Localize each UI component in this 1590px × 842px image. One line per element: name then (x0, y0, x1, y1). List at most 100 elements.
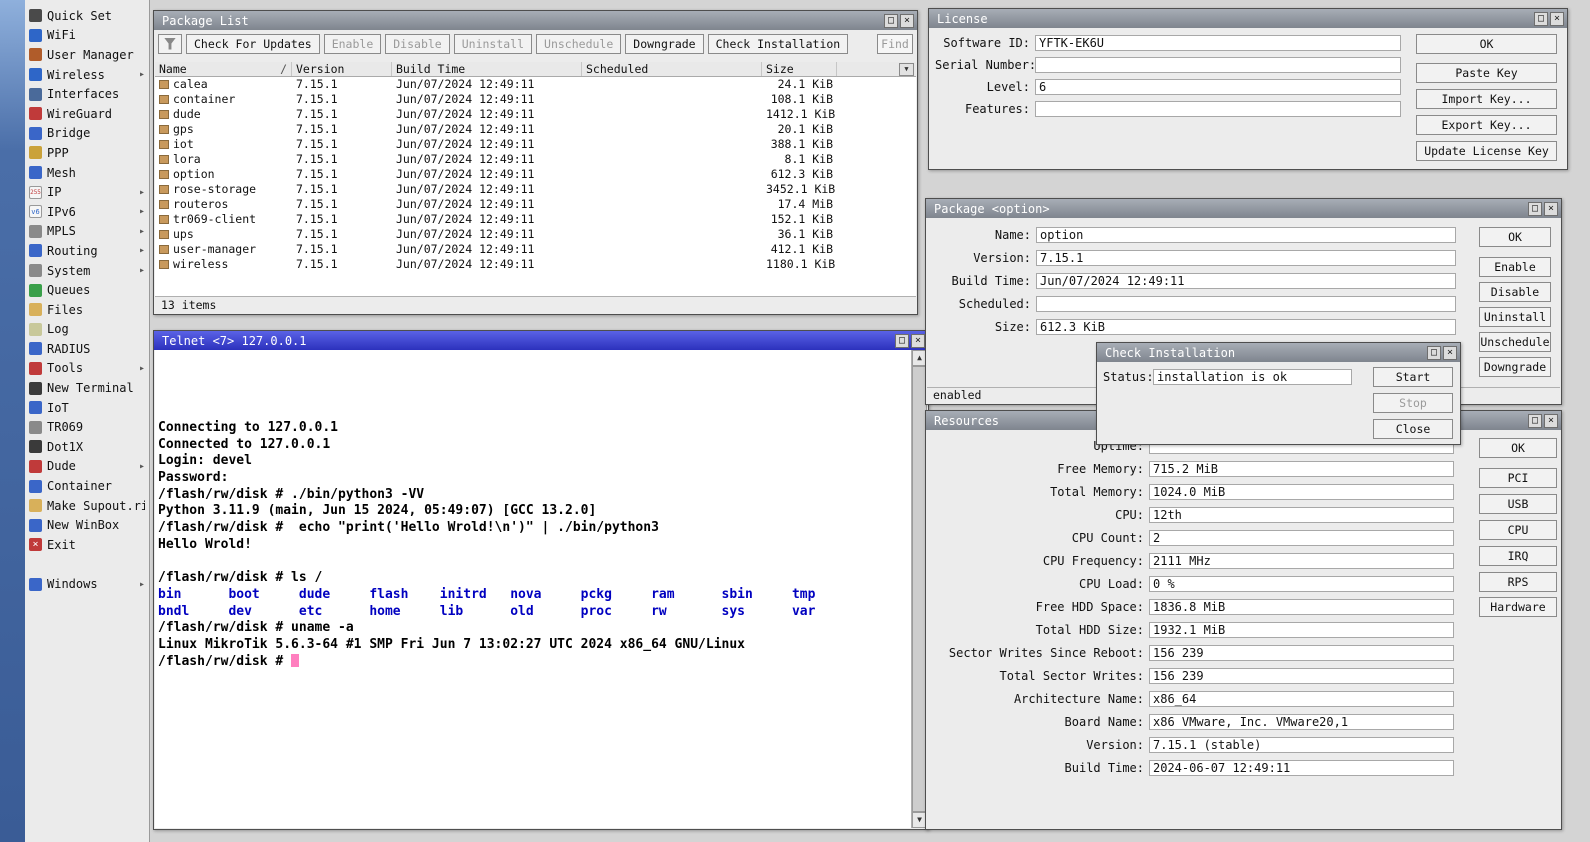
unschedule-button[interactable]: Unschedule (536, 34, 621, 54)
sidebar-item-tr069[interactable]: TR069 (25, 417, 149, 437)
sidebar-item-wireless[interactable]: Wireless▸ (25, 65, 149, 85)
sidebar-item-dude[interactable]: Dude▸ (25, 457, 149, 477)
maximize-icon[interactable]: □ (1528, 202, 1542, 216)
unschedule-button[interactable]: Unschedule (1479, 332, 1551, 352)
column-header-name[interactable]: Name/ (155, 62, 292, 76)
paste-key-button[interactable]: Paste Key (1416, 63, 1557, 83)
table-row[interactable]: wireless7.15.1Jun/07/2024 12:49:111180.1… (155, 257, 916, 272)
sidebar-item-mesh[interactable]: Mesh (25, 163, 149, 183)
export-key-button[interactable]: Export Key... (1416, 115, 1557, 135)
total-hdd-size-field[interactable]: 1932.1 MiB (1149, 622, 1454, 638)
downgrade-button[interactable]: Downgrade (625, 34, 703, 54)
installation-status-field[interactable]: installation is ok (1153, 369, 1352, 385)
close-icon[interactable]: × (911, 334, 925, 348)
sidebar-item-new-terminal[interactable]: New Terminal (25, 378, 149, 398)
column-header-version[interactable]: Version (292, 62, 392, 76)
stop-button[interactable]: Stop (1373, 393, 1453, 413)
sidebar-item-mpls[interactable]: MPLS▸ (25, 222, 149, 242)
sidebar-item-windows[interactable]: Windows▸ (25, 575, 149, 595)
disable-button[interactable]: Disable (385, 34, 449, 54)
cpu-button[interactable]: CPU (1479, 520, 1557, 540)
sidebar-item-system[interactable]: System▸ (25, 261, 149, 281)
downgrade-button[interactable]: Downgrade (1479, 357, 1551, 377)
check-installation-button[interactable]: Check Installation (708, 34, 849, 54)
sidebar-item-radius[interactable]: RADIUS (25, 339, 149, 359)
sidebar-item-ppp[interactable]: PPP (25, 143, 149, 163)
sector-writes-since-reboot-field[interactable]: 156 239 (1149, 645, 1454, 661)
table-row[interactable]: iot7.15.1Jun/07/2024 12:49:11388.1 KiB (155, 137, 916, 152)
start-button[interactable]: Start (1373, 367, 1453, 387)
table-row[interactable]: routeros7.15.1Jun/07/2024 12:49:1117.4 M… (155, 197, 916, 212)
sidebar-item-dot1x[interactable]: Dot1X (25, 437, 149, 457)
table-row[interactable]: user-manager7.15.1Jun/07/2024 12:49:1141… (155, 242, 916, 257)
table-row[interactable]: dude7.15.1Jun/07/2024 12:49:111412.1 KiB (155, 107, 916, 122)
level-field[interactable]: 6 (1035, 79, 1401, 95)
free-memory-field[interactable]: 715.2 MiB (1149, 461, 1454, 477)
name-field[interactable]: option (1036, 227, 1456, 243)
serial-number-field[interactable] (1035, 57, 1401, 73)
maximize-icon[interactable]: □ (1528, 414, 1542, 428)
sidebar-item-interfaces[interactable]: Interfaces (25, 84, 149, 104)
terminal[interactable]: Connecting to 127.0.0.1 Connected to 127… (155, 350, 911, 828)
rps-button[interactable]: RPS (1479, 572, 1557, 592)
build-time-field[interactable]: 2024-06-07 12:49:11 (1149, 760, 1454, 776)
ok-button[interactable]: OK (1416, 34, 1557, 54)
find-button[interactable]: Find (877, 34, 913, 54)
sidebar-item-queues[interactable]: Queues (25, 280, 149, 300)
total-memory-field[interactable]: 1024.0 MiB (1149, 484, 1454, 500)
column-header-size[interactable]: Size (762, 62, 837, 76)
free-hdd-space-field[interactable]: 1836.8 MiB (1149, 599, 1454, 615)
sidebar-item-iot[interactable]: IoT (25, 398, 149, 418)
scheduled-field[interactable] (1036, 296, 1456, 312)
sidebar-item-files[interactable]: Files (25, 300, 149, 320)
table-row[interactable]: gps7.15.1Jun/07/2024 12:49:1120.1 KiB (155, 122, 916, 137)
maximize-icon[interactable]: □ (895, 334, 909, 348)
uninstall-button[interactable]: Uninstall (1479, 307, 1551, 327)
cpu-count-field[interactable]: 2 (1149, 530, 1454, 546)
column-header-scheduled[interactable]: Scheduled (582, 62, 762, 76)
sidebar-item-wifi[interactable]: WiFi (25, 26, 149, 46)
sidebar-item-ip[interactable]: 255IP▸ (25, 182, 149, 202)
cpu-field[interactable]: 12th (1149, 507, 1454, 523)
table-row[interactable]: lora7.15.1Jun/07/2024 12:49:118.1 KiB (155, 152, 916, 167)
close-button[interactable]: Close (1373, 419, 1453, 439)
enable-button[interactable]: Enable (1479, 257, 1551, 277)
pci-button[interactable]: PCI (1479, 468, 1557, 488)
build-time-field[interactable]: Jun/07/2024 12:49:11 (1036, 273, 1456, 289)
package-option-titlebar[interactable]: Package <option> □ × (926, 199, 1561, 218)
column-select-icon[interactable]: ▼ (899, 63, 914, 76)
table-row[interactable]: ups7.15.1Jun/07/2024 12:49:1136.1 KiB (155, 227, 916, 242)
version-field[interactable]: 7.15.1 (1036, 250, 1456, 266)
close-icon[interactable]: × (1544, 202, 1558, 216)
update-license-key-button[interactable]: Update License Key (1416, 141, 1557, 161)
telnet-titlebar[interactable]: Telnet <7> 127.0.0.1 □ × (154, 331, 928, 350)
disable-button[interactable]: Disable (1479, 282, 1551, 302)
irq-button[interactable]: IRQ (1479, 546, 1557, 566)
table-row[interactable]: tr069-client7.15.1Jun/07/2024 12:49:1115… (155, 212, 916, 227)
total-sector-writes-field[interactable]: 156 239 (1149, 668, 1454, 684)
maximize-icon[interactable]: □ (1534, 12, 1548, 26)
sidebar-item-user-manager[interactable]: User Manager (25, 45, 149, 65)
ok-button[interactable]: OK (1479, 227, 1551, 247)
license-titlebar[interactable]: License □ × (929, 9, 1567, 28)
check-installation-titlebar[interactable]: Check Installation □ × (1097, 343, 1460, 362)
size-field[interactable]: 612.3 KiB (1036, 319, 1456, 335)
close-icon[interactable]: × (1544, 414, 1558, 428)
hardware-button[interactable]: Hardware (1479, 597, 1557, 617)
close-icon[interactable]: × (1443, 346, 1457, 360)
version-field[interactable]: 7.15.1 (stable) (1149, 737, 1454, 753)
cpu-load-field[interactable]: 0 % (1149, 576, 1454, 592)
sidebar-item-quick-set[interactable]: Quick Set (25, 6, 149, 26)
software-id-field[interactable]: YFTK-EK6U (1035, 35, 1401, 51)
usb-button[interactable]: USB (1479, 494, 1557, 514)
board-name-field[interactable]: x86 VMware, Inc. VMware20,1 (1149, 714, 1454, 730)
sidebar-item-bridge[interactable]: Bridge (25, 124, 149, 144)
close-icon[interactable]: × (1550, 12, 1564, 26)
maximize-icon[interactable]: □ (1427, 346, 1441, 360)
sidebar-item-log[interactable]: Log (25, 320, 149, 340)
sidebar-item-ipv6[interactable]: v6IPv6▸ (25, 202, 149, 222)
close-icon[interactable]: × (900, 14, 914, 28)
maximize-icon[interactable]: □ (884, 14, 898, 28)
import-key-button[interactable]: Import Key... (1416, 89, 1557, 109)
ok-button[interactable]: OK (1479, 438, 1557, 458)
